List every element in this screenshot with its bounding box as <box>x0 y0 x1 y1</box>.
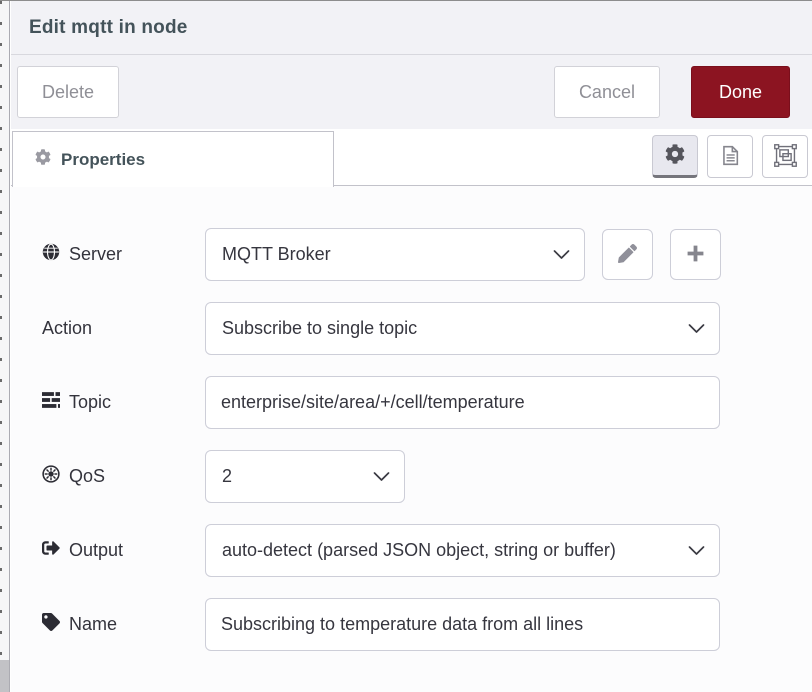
qos-label: QoS <box>42 465 205 488</box>
output-select-value: auto-detect (parsed JSON object, string … <box>222 540 616 561</box>
add-server-button[interactable] <box>670 229 721 280</box>
sign-out-icon <box>42 539 60 562</box>
empire-icon <box>42 465 60 488</box>
dialog-title: Edit mqtt in node <box>29 17 188 39</box>
name-input[interactable] <box>205 598 720 651</box>
server-select[interactable]: MQTT Broker <box>205 228 585 281</box>
workspace-edge-strip <box>0 1 10 692</box>
plus-icon <box>686 244 705 266</box>
file-text-icon <box>720 145 741 169</box>
chevron-down-icon <box>688 540 705 561</box>
gear-icon <box>665 144 685 167</box>
name-label: Name <box>42 613 205 636</box>
action-label: Action <box>42 318 205 339</box>
name-row: Name <box>42 598 812 651</box>
tag-icon <box>42 613 60 636</box>
action-row: Action Subscribe to single topic <box>42 302 812 355</box>
done-button[interactable]: Done <box>691 66 790 118</box>
chevron-down-icon <box>553 244 570 265</box>
tasks-icon <box>42 391 60 414</box>
properties-form: Server MQTT Broker <box>11 186 812 692</box>
server-row: Server MQTT Broker <box>42 228 812 281</box>
chevron-down-icon <box>373 466 390 487</box>
qos-select-value: 2 <box>222 466 232 487</box>
tab-bar: Properties <box>11 129 812 186</box>
dialog-header: Edit mqtt in node <box>11 1 812 55</box>
delete-button[interactable]: Delete <box>17 66 119 118</box>
qos-select[interactable]: 2 <box>205 450 405 503</box>
topic-label: Topic <box>42 391 205 414</box>
action-select-value: Subscribe to single topic <box>222 318 417 339</box>
pencil-icon <box>618 244 637 266</box>
action-select[interactable]: Subscribe to single topic <box>205 302 720 355</box>
topic-row: Topic <box>42 376 812 429</box>
cancel-button[interactable]: Cancel <box>554 66 660 118</box>
globe-icon <box>42 243 60 266</box>
tab-properties-label: Properties <box>61 150 145 170</box>
dialog-toolbar: Delete Cancel Done <box>11 55 812 129</box>
output-label: Output <box>42 539 205 562</box>
object-group-icon <box>774 144 797 170</box>
node-description-button[interactable] <box>707 135 753 178</box>
edit-node-dialog: Edit mqtt in node Delete Cancel Done Pro… <box>0 0 812 692</box>
node-group-button[interactable] <box>762 135 808 178</box>
output-select[interactable]: auto-detect (parsed JSON object, string … <box>205 524 720 577</box>
tab-properties[interactable]: Properties <box>12 131 334 187</box>
node-config-button[interactable] <box>652 135 698 178</box>
output-row: Output auto-detect (parsed JSON object, … <box>42 524 812 577</box>
chevron-down-icon <box>688 318 705 339</box>
tab-tools <box>652 135 808 178</box>
gear-icon <box>35 149 51 170</box>
edit-server-button[interactable] <box>602 229 653 280</box>
dialog-content: Edit mqtt in node Delete Cancel Done Pro… <box>11 1 812 692</box>
server-select-value: MQTT Broker <box>222 244 331 265</box>
qos-row: QoS 2 <box>42 450 812 503</box>
topic-input[interactable] <box>205 376 720 429</box>
server-label: Server <box>42 243 205 266</box>
